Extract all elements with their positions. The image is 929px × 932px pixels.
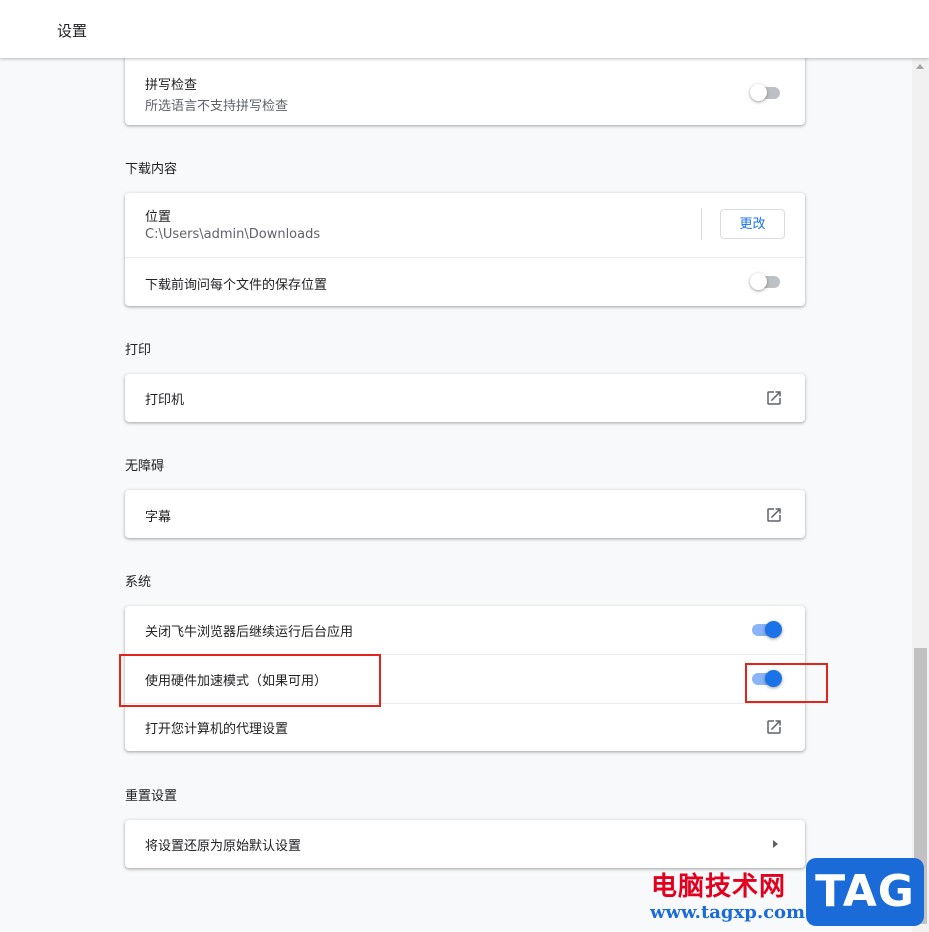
open-in-new-icon[interactable] <box>765 389 783 407</box>
scrollbar[interactable] <box>912 58 929 932</box>
download-location-label: 位置 <box>145 210 172 225</box>
reset-card: 将设置还原为原始默认设置 <box>125 820 805 868</box>
watermark-brand: 电脑技术网 <box>651 872 787 902</box>
proxy-settings-row[interactable]: 打开您计算机的代理设置 <box>125 703 805 751</box>
download-location-row: 位置 C:\Users\admin\Downloads 更改 <box>125 193 805 257</box>
printers-label: 打印机 <box>145 393 185 408</box>
spellcheck-toggle[interactable] <box>750 83 782 103</box>
printing-card: 打印机 <box>125 374 805 422</box>
spellcheck-sublabel: 所选语言不支持拼写检查 <box>145 99 289 114</box>
watermark-url: www.tagxp.com <box>650 902 806 923</box>
accessibility-section-title: 无障碍 <box>125 459 165 474</box>
toggle-knob <box>750 273 767 290</box>
chevron-right-icon <box>773 840 778 848</box>
accessibility-card: 字幕 <box>125 490 805 538</box>
printing-section-title: 打印 <box>125 343 152 358</box>
scroll-up-arrow-icon[interactable] <box>916 64 924 69</box>
system-section-title: 系统 <box>125 575 152 590</box>
captions-row[interactable]: 字幕 <box>125 490 805 538</box>
watermark-tag-logo: TAG <box>806 858 924 926</box>
captions-label: 字幕 <box>145 510 172 525</box>
proxy-settings-label: 打开您计算机的代理设置 <box>145 722 289 737</box>
change-location-button[interactable]: 更改 <box>720 209 785 239</box>
open-in-new-icon[interactable] <box>765 718 783 736</box>
download-location-value: C:\Users\admin\Downloads <box>145 227 321 242</box>
divider <box>701 208 702 240</box>
spellcheck-card: 拼写检查 所选语言不支持拼写检查 <box>125 50 805 125</box>
background-apps-row[interactable]: 关闭飞牛浏览器后继续运行后台应用 <box>125 606 805 654</box>
downloads-card: 位置 C:\Users\admin\Downloads 更改 下载前询问每个文件… <box>125 193 805 306</box>
downloads-section-title: 下载内容 <box>125 162 178 177</box>
background-apps-label: 关闭飞牛浏览器后继续运行后台应用 <box>145 625 354 640</box>
restore-defaults-row[interactable]: 将设置还原为原始默认设置 <box>125 820 805 868</box>
spellcheck-label: 拼写检查 <box>145 78 198 93</box>
background-apps-toggle[interactable] <box>750 620 782 640</box>
page-title: 设置 <box>57 22 88 40</box>
ask-save-location-row[interactable]: 下载前询问每个文件的保存位置 <box>125 257 805 306</box>
spellcheck-row[interactable]: 拼写检查 所选语言不支持拼写检查 <box>125 50 805 125</box>
ask-save-location-toggle[interactable] <box>750 272 782 292</box>
toggle-knob <box>765 621 782 638</box>
reset-section-title: 重置设置 <box>125 789 178 804</box>
toggle-knob <box>750 84 767 101</box>
restore-defaults-label: 将设置还原为原始默认设置 <box>145 839 302 854</box>
highlight-box-label <box>119 654 381 707</box>
open-in-new-icon[interactable] <box>765 506 783 524</box>
settings-header: 设置 <box>0 0 929 58</box>
highlight-box-toggle <box>745 663 828 703</box>
printers-row[interactable]: 打印机 <box>125 374 805 422</box>
ask-save-location-label: 下载前询问每个文件的保存位置 <box>145 278 328 293</box>
